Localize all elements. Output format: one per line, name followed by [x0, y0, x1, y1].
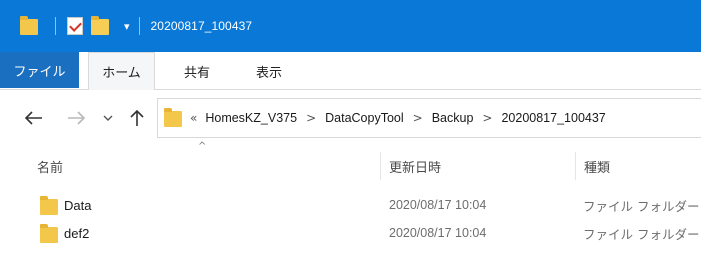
address-folder-icon: [164, 108, 182, 128]
tab-home[interactable]: ホーム: [88, 52, 155, 90]
file-row[interactable]: Data 2020/08/17 10:04 ファイル フォルダー: [0, 191, 701, 219]
arrow-left-icon: [25, 111, 42, 125]
sort-ascending-icon: ^: [198, 141, 207, 152]
breadcrumb-separator-icon[interactable]: >: [413, 111, 423, 125]
file-date: 2020/08/17 10:04: [389, 198, 487, 212]
properties-icon[interactable]: [67, 17, 83, 35]
chevron-down-icon: [103, 115, 113, 121]
file-row[interactable]: def2 2020/08/17 10:04 ファイル フォルダー: [0, 219, 701, 247]
file-name: def2: [64, 225, 90, 241]
toolbar-separator: [138, 17, 140, 35]
arrow-up-icon: [130, 109, 144, 126]
tab-share[interactable]: 共有: [170, 52, 224, 90]
navigation-bar: « HomesKZ_V375 > DataCopyTool > Backup >…: [0, 98, 701, 138]
arrow-right-icon: [68, 111, 85, 125]
column-header-type[interactable]: 種類: [575, 152, 610, 180]
file-date: 2020/08/17 10:04: [389, 226, 487, 240]
new-folder-icon[interactable]: [91, 16, 109, 36]
tab-view[interactable]: 表示: [240, 52, 298, 90]
breadcrumb-separator-icon[interactable]: >: [306, 111, 316, 125]
window-folder-icon: [20, 16, 38, 36]
column-header-date[interactable]: 更新日時: [380, 152, 441, 180]
breadcrumb-current-folder[interactable]: 20200817_100437: [501, 111, 605, 125]
tab-file[interactable]: ファイル: [0, 52, 79, 88]
breadcrumb-separator-icon[interactable]: >: [482, 111, 492, 125]
folder-icon: [40, 196, 58, 216]
forward-button[interactable]: [62, 98, 90, 138]
file-name: Data: [64, 197, 92, 213]
window-title: 20200817_100437: [150, 19, 253, 33]
breadcrumb-homeskz[interactable]: HomesKZ_V375: [205, 111, 297, 125]
folder-icon: [40, 224, 58, 244]
back-button[interactable]: [20, 98, 48, 138]
recent-locations-button[interactable]: [95, 98, 121, 138]
file-type: ファイル フォルダー: [583, 198, 700, 214]
toolbar-separator: [55, 17, 56, 35]
quick-access-toolbar: ▾: [0, 0, 149, 52]
title-bar: ▾ 20200817_100437: [0, 0, 701, 52]
file-type: ファイル フォルダー: [583, 226, 700, 242]
overflow-crumbs-button[interactable]: «: [190, 111, 197, 125]
ribbon-tab-bar: ファイル ホーム 共有 表示: [0, 52, 701, 90]
up-button[interactable]: [124, 98, 150, 138]
breadcrumb-backup[interactable]: Backup: [432, 111, 474, 125]
address-bar[interactable]: « HomesKZ_V375 > DataCopyTool > Backup >…: [157, 98, 701, 138]
breadcrumb-datacopytool[interactable]: DataCopyTool: [325, 111, 404, 125]
customize-toolbar-icon[interactable]: ▾: [124, 21, 130, 32]
column-header-name[interactable]: 名前: [37, 152, 63, 180]
